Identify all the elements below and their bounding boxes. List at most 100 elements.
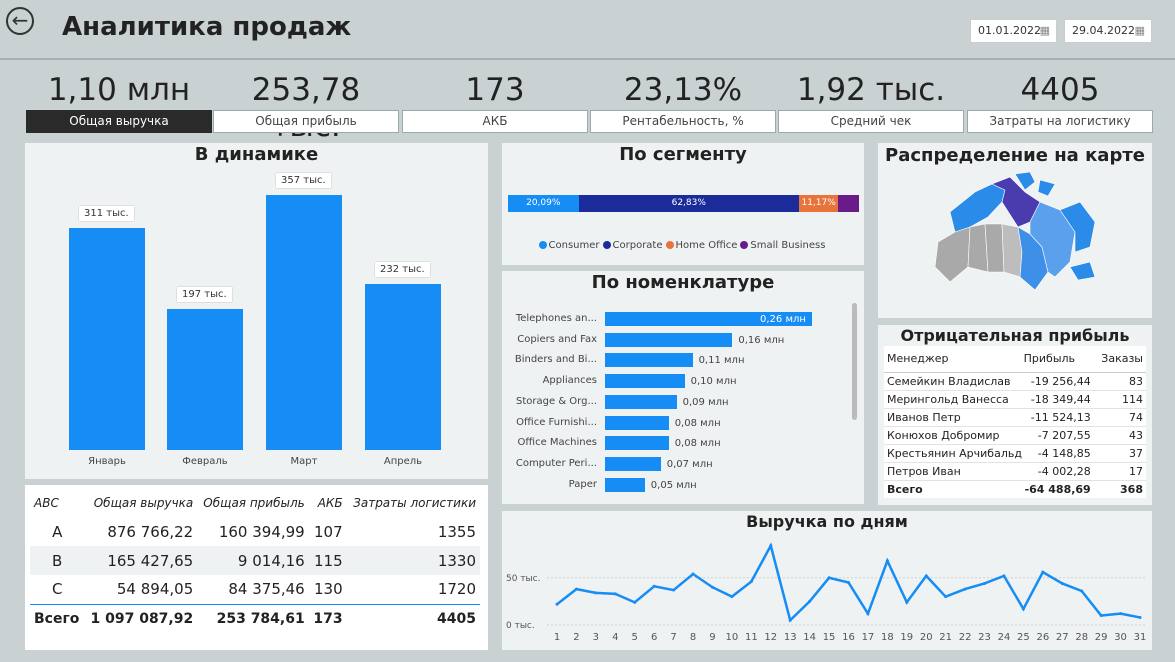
segment-legend-item[interactable]: Consumer: [538, 240, 600, 251]
kpi-tab-button[interactable]: Затраты на логистику: [967, 110, 1153, 133]
negative-table-row[interactable]: Конюхов Добромир -7 207,55 43: [884, 426, 1146, 444]
daily-point[interactable]: [710, 585, 714, 589]
daily-point[interactable]: [944, 595, 948, 599]
dynamics-bar[interactable]: [365, 284, 441, 450]
daily-point[interactable]: [613, 592, 617, 596]
daily-point[interactable]: [983, 581, 987, 585]
dynamics-bar[interactable]: [167, 309, 243, 450]
abc-col-akb[interactable]: АКБ: [309, 489, 347, 517]
daily-point[interactable]: [730, 595, 734, 599]
daily-point[interactable]: [769, 544, 773, 548]
nomenclature-value-label: 0,05 млн: [650, 479, 697, 491]
dynamics-bar[interactable]: [69, 227, 145, 450]
back-arrow-icon[interactable]: ←: [6, 7, 34, 35]
nomenclature-bar[interactable]: [605, 353, 693, 368]
segment-legend-item[interactable]: Small Business: [740, 240, 825, 251]
daily-x-tick-label: 25: [1017, 632, 1030, 643]
daily-point[interactable]: [594, 591, 598, 595]
daily-point[interactable]: [1021, 607, 1025, 611]
daily-point[interactable]: [924, 574, 928, 578]
segment-bar-part[interactable]: 11,17%: [799, 195, 839, 212]
daily-point[interactable]: [672, 588, 676, 592]
negative-table-row[interactable]: Семейкин Владислав -19 256,44 83: [884, 372, 1146, 390]
abc-col-profit[interactable]: Общая прибыль: [197, 489, 308, 517]
segment-legend-label: Consumer: [548, 240, 600, 251]
dynamics-data-label: 357 тыс.: [276, 173, 331, 188]
abc-cell: 876 766,22: [107, 522, 194, 541]
daily-point[interactable]: [1138, 615, 1142, 619]
calendar-icon[interactable]: ▦: [1135, 20, 1145, 42]
calendar-icon[interactable]: ▦: [1040, 20, 1050, 42]
neg-col-orders[interactable]: Заказы: [1101, 346, 1146, 372]
abc-col-abc[interactable]: ABC: [30, 489, 84, 517]
daily-x-tick-label: 28: [1075, 632, 1088, 643]
kpi-tab-button[interactable]: АКБ: [402, 110, 588, 133]
segment-legend-item[interactable]: Home Office: [665, 240, 737, 251]
kpi-tab-button[interactable]: Общая выручка: [26, 110, 212, 133]
nomenclature-bar[interactable]: [605, 374, 685, 389]
daily-point[interactable]: [905, 600, 909, 604]
segment-bar-part[interactable]: 20,09%: [508, 195, 579, 212]
nomenclature-bar[interactable]: [605, 436, 669, 451]
dynamics-bar[interactable]: [266, 195, 342, 450]
date-to-input[interactable]: 29.04.2022 ▦: [1064, 19, 1152, 43]
daily-point[interactable]: [574, 587, 578, 591]
daily-point[interactable]: [1041, 570, 1045, 574]
negative-total-row[interactable]: Всего -64 488,69 368: [884, 480, 1146, 498]
daily-point[interactable]: [808, 599, 812, 603]
daily-point[interactable]: [788, 618, 792, 622]
segment-legend-item[interactable]: Corporate: [602, 240, 663, 251]
nomenclature-scrollbar[interactable]: [852, 303, 857, 420]
daily-x-tick-label: 26: [1036, 632, 1049, 643]
daily-point[interactable]: [749, 580, 753, 584]
daily-point[interactable]: [633, 600, 637, 604]
segment-bar-part[interactable]: [838, 195, 859, 212]
daily-point[interactable]: [691, 572, 695, 576]
dynamics-x-label: Февраль: [182, 456, 228, 467]
negative-table-row[interactable]: Иванов Петр -11 524,13 74: [884, 408, 1146, 426]
daily-point[interactable]: [1119, 612, 1123, 616]
segment-bar-part[interactable]: 62,83%: [578, 195, 800, 212]
daily-point[interactable]: [885, 559, 889, 563]
abc-table-row[interactable]: A 876 766,22 160 394,99 107 1355: [30, 517, 480, 546]
abc-table-row[interactable]: C 54 894,05 84 375,46 130 1720: [30, 575, 480, 604]
daily-point[interactable]: [1060, 581, 1064, 585]
daily-point[interactable]: [1080, 589, 1084, 593]
kpi-tab-button[interactable]: Общая прибыль: [213, 110, 399, 133]
daily-x-tick-label: 3: [593, 632, 599, 643]
daily-x-tick-label: 9: [709, 632, 715, 643]
nomenclature-value-label: 0,11 млн: [698, 355, 745, 367]
nomenclature-bar[interactable]: [605, 332, 733, 347]
daily-point[interactable]: [866, 612, 870, 616]
neg-col-profit[interactable]: Прибыль: [1024, 346, 1101, 372]
nomenclature-category-label: Appliances: [542, 375, 597, 387]
negative-table-row[interactable]: Крестьянин Арчибальд -4 148,85 37: [884, 444, 1146, 462]
date-from-input[interactable]: 01.01.2022 ▦: [970, 19, 1057, 43]
nomenclature-bar[interactable]: [605, 456, 661, 471]
abc-total-row[interactable]: Всего 1 097 087,92 253 784,61 173 4405: [30, 604, 480, 633]
kpi-tab-button[interactable]: Рентабельность, %: [590, 110, 776, 133]
nomenclature-bar[interactable]: [605, 415, 669, 430]
neg-col-manager[interactable]: Менеджер: [884, 346, 1024, 372]
abc-cell: B: [52, 551, 63, 570]
abc-col-logistics[interactable]: Затраты логистики: [347, 489, 480, 517]
negative-table-row[interactable]: Петров Иван -4 002,28 17: [884, 462, 1146, 480]
abc-col-revenue[interactable]: Общая выручка: [84, 489, 197, 517]
daily-point[interactable]: [555, 602, 559, 606]
daily-point[interactable]: [652, 584, 656, 588]
nomenclature-value-label: 0,07 млн: [666, 458, 713, 470]
daily-point[interactable]: [847, 581, 850, 584]
daily-point[interactable]: [1002, 574, 1006, 578]
abc-table-row[interactable]: B 165 427,65 9 014,16 115 1330: [30, 546, 480, 575]
negative-table-row[interactable]: Мерингольд Ванесса -18 349,44 114: [884, 390, 1146, 408]
daily-x-tick-label: 23: [978, 632, 991, 643]
daily-point[interactable]: [827, 576, 831, 580]
canada-map[interactable]: [930, 172, 1100, 297]
negative-cell: 368: [1120, 482, 1143, 496]
daily-point[interactable]: [963, 587, 967, 591]
kpi-tab-button[interactable]: Средний чек: [778, 110, 964, 133]
daily-x-tick-label: 14: [803, 632, 816, 643]
nomenclature-bar[interactable]: [605, 477, 645, 492]
nomenclature-bar[interactable]: [605, 394, 677, 409]
daily-point[interactable]: [1099, 614, 1103, 618]
